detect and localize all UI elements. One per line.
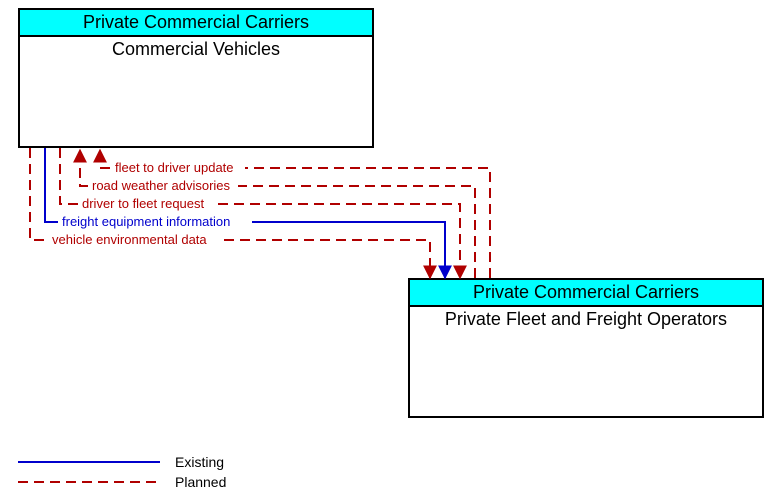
- flow-label-driver-to-fleet-request: driver to fleet request: [82, 196, 204, 211]
- node-body: Commercial Vehicles: [20, 37, 372, 62]
- node-body: Private Fleet and Freight Operators: [410, 307, 762, 332]
- legend-existing-label: Existing: [175, 454, 224, 470]
- flow-label-fleet-to-driver-update: fleet to driver update: [115, 160, 234, 175]
- node-header: Private Commercial Carriers: [410, 280, 762, 307]
- flow-label-freight-equipment-information: freight equipment information: [62, 214, 230, 229]
- legend-planned-label: Planned: [175, 474, 226, 490]
- node-commercial-vehicles[interactable]: Private Commercial Carriers Commercial V…: [18, 8, 374, 148]
- node-private-fleet-operators[interactable]: Private Commercial Carriers Private Flee…: [408, 278, 764, 418]
- flow-label-road-weather-advisories: road weather advisories: [92, 178, 230, 193]
- node-header: Private Commercial Carriers: [20, 10, 372, 37]
- flow-label-vehicle-environmental-data: vehicle environmental data: [52, 232, 207, 247]
